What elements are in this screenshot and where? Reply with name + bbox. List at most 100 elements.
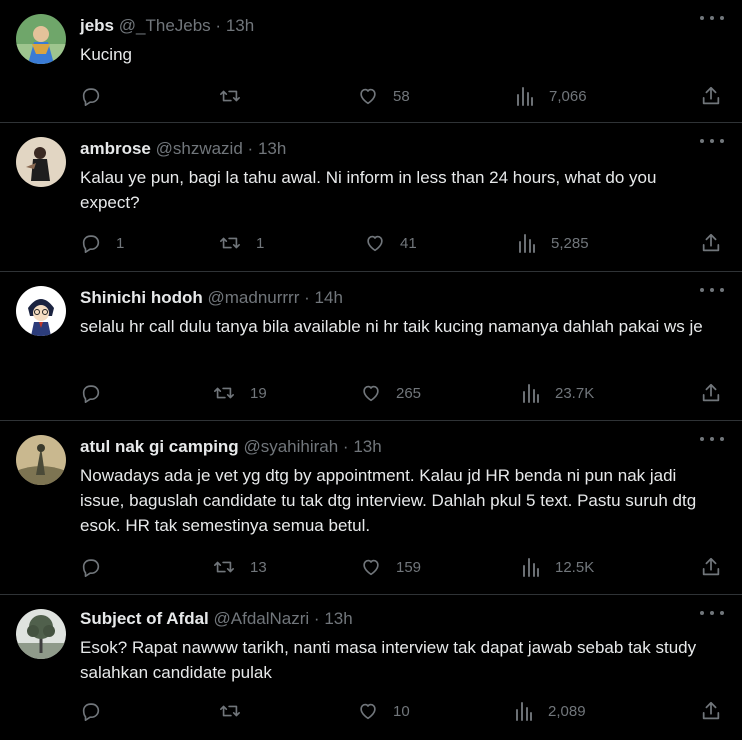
tweet-text: Kalau ye pun, bagi la tahu awal. Ni info… bbox=[80, 168, 657, 212]
views-button[interactable]: 2,089 bbox=[514, 696, 586, 726]
views-button[interactable]: 23.7K bbox=[521, 378, 594, 408]
share-button[interactable] bbox=[700, 696, 722, 726]
author-name[interactable]: atul nak gi camping bbox=[80, 437, 239, 456]
avatar[interactable] bbox=[16, 137, 66, 187]
share-icon bbox=[702, 233, 720, 252]
author-handle[interactable]: @syahihirah bbox=[243, 437, 338, 456]
share-icon bbox=[702, 557, 720, 576]
retweet-button[interactable]: 19 bbox=[212, 378, 267, 408]
like-button[interactable]: 159 bbox=[360, 552, 421, 582]
like-count: 41 bbox=[400, 234, 417, 252]
avatar[interactable] bbox=[16, 435, 66, 485]
separator-dot: · bbox=[304, 288, 310, 307]
author-handle[interactable]: @madnurrrr bbox=[208, 288, 300, 307]
views-count: 5,285 bbox=[551, 234, 589, 252]
like-icon bbox=[360, 703, 376, 720]
reply-icon bbox=[82, 703, 100, 721]
views-count: 2,089 bbox=[548, 702, 586, 720]
share-button[interactable] bbox=[700, 81, 722, 111]
author-name[interactable]: Subject of Afdal bbox=[80, 609, 209, 628]
retweet-count: 1 bbox=[256, 234, 265, 252]
reply-button[interactable] bbox=[80, 378, 116, 408]
retweet-button[interactable] bbox=[218, 81, 256, 111]
share-button[interactable] bbox=[700, 378, 722, 408]
views-icon bbox=[523, 384, 539, 403]
more-icon[interactable] bbox=[700, 136, 724, 146]
tweet-header: Shinichi hodoh @madnurrrr · 14h bbox=[80, 287, 742, 309]
tweet[interactable]: jebs @_TheJebs · 13h Kucing 58 7,066 bbox=[0, 0, 742, 123]
tweet[interactable]: ambrose @shzwazid · 13h Kalau ye pun, ba… bbox=[0, 123, 742, 272]
views-count: 12.5K bbox=[555, 558, 595, 576]
views-button[interactable]: 5,285 bbox=[517, 228, 589, 258]
reply-button[interactable] bbox=[80, 696, 116, 726]
action-bar: 19 265 23.7K bbox=[80, 378, 722, 408]
views-icon bbox=[519, 234, 535, 253]
like-icon bbox=[360, 88, 376, 105]
author-name[interactable]: Shinichi hodoh bbox=[80, 288, 203, 307]
retweet-button[interactable] bbox=[218, 696, 256, 726]
retweet-count: 13 bbox=[250, 558, 267, 576]
separator-dot: · bbox=[247, 139, 254, 158]
views-button[interactable]: 7,066 bbox=[515, 81, 587, 111]
timestamp[interactable]: 13h bbox=[226, 16, 254, 35]
retweet-icon bbox=[220, 237, 240, 249]
separator-dot: · bbox=[313, 609, 320, 628]
views-icon bbox=[516, 702, 532, 721]
views-icon bbox=[517, 87, 533, 106]
share-button[interactable] bbox=[700, 552, 722, 582]
more-icon[interactable] bbox=[700, 13, 724, 23]
reply-icon bbox=[82, 235, 100, 253]
tweet[interactable]: atul nak gi camping @syahihirah · 13h No… bbox=[0, 421, 742, 595]
tweet-text: selalu hr call dulu tanya bila available… bbox=[80, 317, 703, 336]
more-icon[interactable] bbox=[700, 434, 724, 444]
more-icon[interactable] bbox=[700, 608, 724, 618]
share-icon bbox=[702, 701, 720, 720]
reply-icon bbox=[82, 88, 100, 106]
author-name[interactable]: ambrose bbox=[80, 139, 151, 158]
separator-dot: · bbox=[342, 437, 349, 456]
author-handle[interactable]: @_TheJebs bbox=[119, 16, 211, 35]
retweet-icon bbox=[220, 705, 240, 717]
avatar[interactable] bbox=[16, 14, 66, 64]
like-icon bbox=[363, 559, 379, 576]
separator-dot: · bbox=[215, 16, 222, 35]
retweet-icon bbox=[214, 561, 234, 573]
timestamp[interactable]: 13h bbox=[353, 437, 381, 456]
views-icon bbox=[523, 558, 539, 577]
reply-feed: jebs @_TheJebs · 13h Kucing 58 7,066 amb… bbox=[0, 0, 742, 740]
tweet-header: jebs @_TheJebs · 13h bbox=[80, 15, 742, 37]
author-handle[interactable]: @AfdalNazri bbox=[214, 609, 310, 628]
avatar[interactable] bbox=[16, 286, 66, 336]
tweet-header: Subject of Afdal @AfdalNazri · 13h bbox=[80, 608, 742, 630]
tweet[interactable]: Subject of Afdal @AfdalNazri · 13h Esok?… bbox=[0, 595, 742, 740]
retweet-button[interactable]: 13 bbox=[212, 552, 267, 582]
tweet-text: Nowadays ada je vet yg dtg by appointmen… bbox=[80, 466, 697, 535]
views-button[interactable]: 12.5K bbox=[521, 552, 594, 582]
retweet-icon bbox=[220, 90, 240, 102]
retweet-button[interactable]: 1 bbox=[218, 228, 264, 258]
like-icon bbox=[363, 385, 379, 402]
action-bar: 13 159 12.5K bbox=[80, 552, 722, 582]
timestamp[interactable]: 14h bbox=[315, 288, 343, 307]
timestamp[interactable]: 13h bbox=[324, 609, 352, 628]
like-count: 10 bbox=[393, 702, 410, 720]
like-button[interactable]: 58 bbox=[357, 81, 410, 111]
like-count: 58 bbox=[393, 87, 410, 105]
author-handle[interactable]: @shzwazid bbox=[156, 139, 243, 158]
tweet[interactable]: Shinichi hodoh @madnurrrr · 14h selalu h… bbox=[0, 272, 742, 421]
tweet-header: atul nak gi camping @syahihirah · 13h bbox=[80, 436, 742, 458]
like-button[interactable]: 10 bbox=[357, 696, 410, 726]
retweet-icon bbox=[214, 387, 234, 399]
avatar[interactable] bbox=[16, 609, 66, 659]
like-button[interactable]: 41 bbox=[364, 228, 417, 258]
more-icon[interactable] bbox=[700, 285, 724, 295]
timestamp[interactable]: 13h bbox=[258, 139, 286, 158]
reply-icon bbox=[82, 559, 100, 577]
tweet-text: Esok? Rapat nawww tarikh, nanti masa int… bbox=[80, 638, 697, 682]
author-name[interactable]: jebs bbox=[80, 16, 114, 35]
like-button[interactable]: 265 bbox=[360, 378, 421, 408]
share-button[interactable] bbox=[700, 228, 722, 258]
reply-button[interactable]: 1 bbox=[80, 228, 124, 258]
reply-button[interactable] bbox=[80, 81, 116, 111]
reply-button[interactable] bbox=[80, 552, 116, 582]
